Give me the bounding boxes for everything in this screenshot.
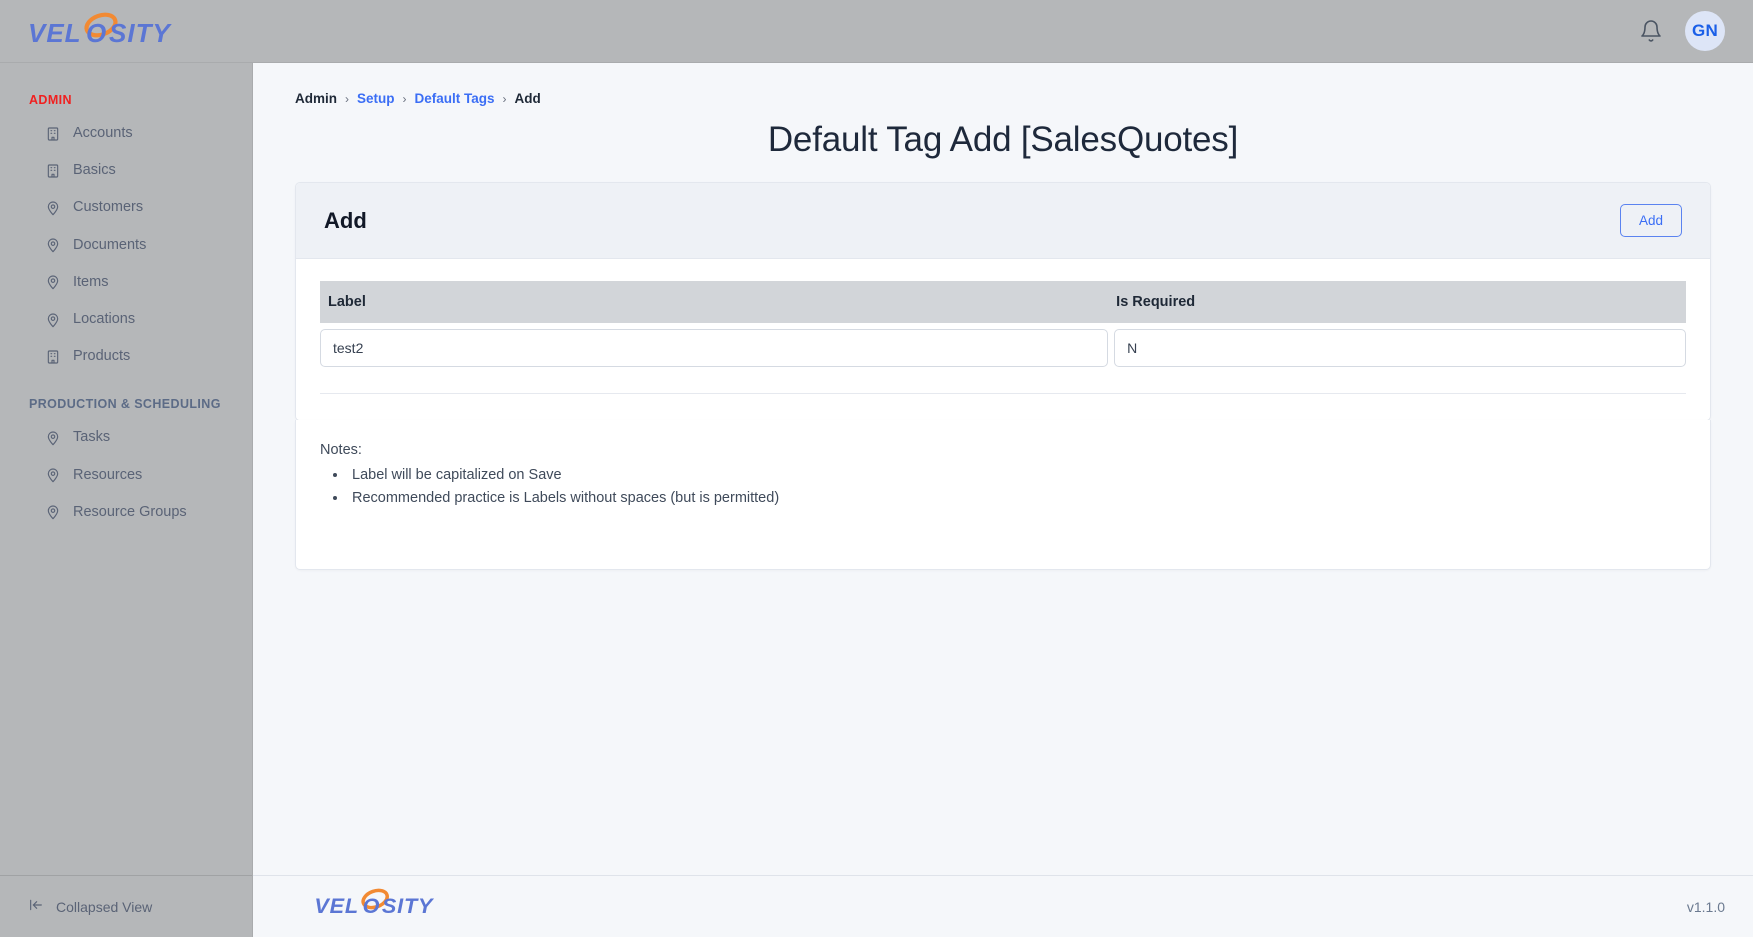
- sidebar-item-label: Resource Groups: [73, 503, 187, 520]
- sidebar-section-admin-title: ADMIN: [29, 93, 72, 107]
- label-input[interactable]: [320, 329, 1109, 367]
- table-header-row: Label Is Required: [320, 281, 1686, 323]
- building-icon: [45, 163, 61, 179]
- sidebar-item-tasks[interactable]: Tasks: [0, 419, 252, 456]
- breadcrumb-item-setup[interactable]: Setup: [357, 91, 395, 106]
- sidebar-item-label: Items: [73, 273, 109, 290]
- svg-text:SITY: SITY: [109, 18, 172, 48]
- sidebar-item-resources[interactable]: Resources: [0, 457, 252, 494]
- add-button[interactable]: Add: [1619, 204, 1682, 237]
- top-bar-actions: GN: [1639, 11, 1725, 51]
- map-pin-icon: [45, 237, 61, 253]
- card-body: Label Is Required: [296, 259, 1710, 420]
- sidebar: ADMIN Accounts Basics Customers Document…: [0, 63, 253, 937]
- collapse-left-icon: [26, 897, 46, 916]
- sidebar-section-production-items: Tasks Resources Resource Groups: [0, 419, 252, 531]
- svg-text:O: O: [363, 893, 381, 918]
- notes-item: Label will be capitalized on Save: [348, 464, 1686, 487]
- is-required-input[interactable]: [1114, 329, 1686, 367]
- building-icon: [45, 126, 61, 142]
- footer-logo: VEL O SITY: [311, 887, 436, 926]
- map-pin-icon: [45, 274, 61, 290]
- collapse-view-button[interactable]: Collapsed View: [0, 875, 252, 937]
- map-pin-icon: [45, 312, 61, 328]
- card-divider: [320, 393, 1686, 394]
- breadcrumb: Admin › Setup › Default Tags › Add: [295, 91, 1711, 106]
- column-header-is-required: Is Required: [1116, 294, 1196, 310]
- map-pin-icon: [45, 430, 61, 446]
- sidebar-item-label: Customers: [73, 199, 144, 216]
- svg-text:VEL: VEL: [314, 893, 359, 918]
- sidebar-nav: ADMIN Accounts Basics Customers Document…: [0, 63, 252, 875]
- sidebar-item-label: Tasks: [73, 429, 111, 446]
- sidebar-item-label: Documents: [73, 236, 147, 253]
- card-heading: Add: [324, 207, 367, 233]
- sidebar-section-admin-items: Accounts Basics Customers Documents Item…: [0, 115, 252, 375]
- page-title: Default Tag Add [SalesQuotes]: [767, 120, 1239, 159]
- main-scroll: Admin › Setup › Default Tags › Add Defau…: [253, 63, 1753, 875]
- notes-list: Label will be capitalized on Save Recomm…: [348, 464, 1686, 511]
- breadcrumb-separator-icon: ›: [502, 91, 507, 106]
- column-header-label: Label: [328, 294, 366, 310]
- sidebar-item-basics[interactable]: Basics: [0, 152, 252, 189]
- breadcrumb-separator-icon: ›: [402, 91, 407, 106]
- map-pin-icon: [45, 467, 61, 483]
- svg-text:VEL: VEL: [28, 18, 82, 48]
- breadcrumb-item-add: Add: [514, 91, 541, 106]
- sidebar-item-label: Locations: [73, 310, 136, 327]
- notes-panel: Notes: Label will be capitalized on Save…: [295, 420, 1711, 570]
- default-tag-table: Label Is Required: [320, 281, 1686, 367]
- map-pin-icon: [45, 200, 61, 216]
- top-bar: VEL O SITY GN: [0, 0, 1753, 63]
- sidebar-item-resource-groups[interactable]: Resource Groups: [0, 494, 252, 531]
- app-root: VEL O SITY GN ADMIN Accounts Basics Cust…: [0, 0, 1753, 937]
- notes-title: Notes:: [320, 442, 362, 458]
- notes: Notes: Label will be capitalized on Save…: [296, 420, 1710, 569]
- avatar[interactable]: GN: [1685, 11, 1725, 51]
- sidebar-item-documents[interactable]: Documents: [0, 227, 252, 264]
- bell-icon[interactable]: [1639, 18, 1663, 44]
- cell-label: [320, 329, 1109, 367]
- sidebar-item-accounts[interactable]: Accounts: [0, 115, 252, 152]
- main-content: Admin › Setup › Default Tags › Add Defau…: [253, 63, 1753, 937]
- sidebar-item-label: Accounts: [73, 125, 133, 141]
- breadcrumb-separator-icon: ›: [345, 91, 349, 106]
- sidebar-item-label: Resources: [73, 466, 143, 483]
- notes-item: Recommended practice is Labels without s…: [348, 487, 1686, 510]
- main-footer: VEL O SITY v1.1.0: [253, 875, 1753, 937]
- sidebar-item-customers[interactable]: Customers: [0, 189, 252, 226]
- svg-text:SITY: SITY: [382, 893, 435, 918]
- cell-is-required: [1114, 329, 1686, 367]
- version-label: v1.1.0: [1686, 898, 1725, 915]
- collapse-view-label: Collapsed View: [56, 898, 153, 915]
- table-row: [320, 323, 1686, 367]
- body: ADMIN Accounts Basics Customers Document…: [0, 63, 1753, 937]
- svg-text:O: O: [86, 18, 107, 48]
- add-card: Add Add Label Is Required: [295, 182, 1711, 421]
- breadcrumb-item-admin: Admin: [295, 91, 337, 106]
- sidebar-item-label: Basics: [73, 162, 116, 179]
- sidebar-item-products[interactable]: Products: [0, 338, 252, 375]
- sidebar-item-items[interactable]: Items: [0, 264, 252, 301]
- building-icon: [45, 349, 61, 365]
- card-header: Add Add: [296, 183, 1710, 259]
- sidebar-item-label: Products: [73, 348, 131, 365]
- sidebar-item-locations[interactable]: Locations: [0, 301, 252, 338]
- map-pin-icon: [45, 504, 61, 520]
- brand-logo[interactable]: VEL O SITY: [24, 11, 174, 51]
- breadcrumb-item-default-tags[interactable]: Default Tags: [415, 91, 495, 106]
- sidebar-section-production-title: PRODUCTION & SCHEDULING: [29, 397, 221, 412]
